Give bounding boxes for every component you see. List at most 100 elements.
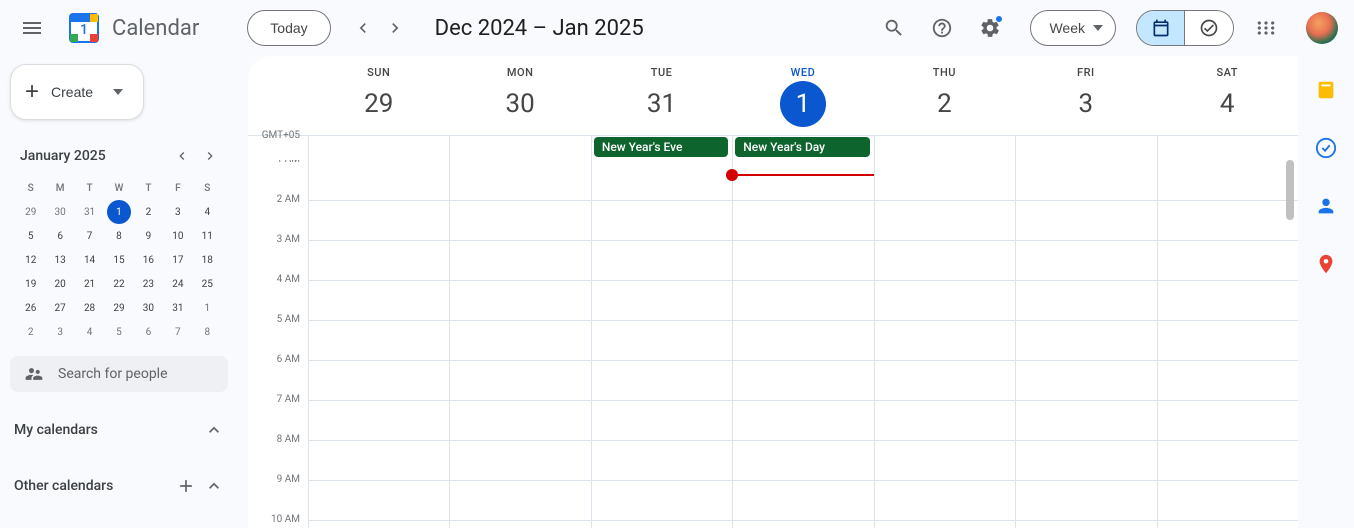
time-cell[interactable]: [1157, 241, 1298, 280]
time-cell[interactable]: [732, 281, 873, 320]
mini-day-cell[interactable]: 31: [163, 296, 192, 320]
my-calendars-toggle[interactable]: My calendars: [10, 412, 228, 448]
time-cell[interactable]: [732, 160, 873, 200]
allday-cell[interactable]: [1157, 136, 1298, 160]
time-cell[interactable]: [874, 241, 1015, 280]
time-cell[interactable]: [1157, 281, 1298, 320]
time-cell[interactable]: [591, 160, 732, 200]
allday-event[interactable]: New Year's Day: [735, 137, 869, 157]
time-cell[interactable]: [1157, 401, 1298, 440]
time-cell[interactable]: [591, 241, 732, 280]
mini-day-cell[interactable]: 4: [193, 200, 222, 224]
prev-period-button[interactable]: [347, 12, 379, 44]
time-cell[interactable]: [732, 401, 873, 440]
time-cell[interactable]: [732, 241, 873, 280]
plus-icon[interactable]: [176, 476, 196, 496]
mini-day-cell[interactable]: 9: [134, 224, 163, 248]
day-number[interactable]: 2: [921, 81, 967, 127]
time-cell[interactable]: [449, 201, 590, 240]
allday-cell[interactable]: [449, 136, 590, 160]
contacts-button[interactable]: [1306, 186, 1346, 226]
allday-cell[interactable]: [1015, 136, 1156, 160]
mini-day-cell[interactable]: 5: [104, 320, 133, 344]
mini-day-cell[interactable]: 17: [163, 248, 192, 272]
time-grid[interactable]: 1 AM2 AM3 AM4 AM5 AM6 AM7 AM8 AM9 AM10 A…: [248, 160, 1298, 528]
mini-day-cell[interactable]: 30: [134, 296, 163, 320]
time-cell[interactable]: [308, 481, 449, 520]
mini-day-cell[interactable]: 6: [134, 320, 163, 344]
mini-day-cell[interactable]: 13: [45, 248, 74, 272]
next-period-button[interactable]: [379, 12, 411, 44]
time-cell[interactable]: [1157, 361, 1298, 400]
mini-day-cell[interactable]: 31: [75, 200, 104, 224]
mini-day-cell[interactable]: 8: [193, 320, 222, 344]
time-cell[interactable]: [591, 401, 732, 440]
time-cell[interactable]: [1157, 481, 1298, 520]
time-cell[interactable]: [874, 160, 1015, 200]
mini-day-cell[interactable]: 20: [45, 272, 74, 296]
time-cell[interactable]: [591, 361, 732, 400]
mini-next-button[interactable]: [198, 144, 222, 168]
mini-day-cell[interactable]: 29: [104, 296, 133, 320]
time-cell[interactable]: [449, 521, 590, 528]
mini-day-cell[interactable]: 12: [16, 248, 45, 272]
day-number[interactable]: 3: [1063, 81, 1109, 127]
mini-day-cell[interactable]: 3: [45, 320, 74, 344]
allday-cell[interactable]: [874, 136, 1015, 160]
time-cell[interactable]: [449, 160, 590, 200]
time-cell[interactable]: [1157, 441, 1298, 480]
create-button[interactable]: + Create: [10, 64, 144, 120]
mini-day-cell[interactable]: 2: [134, 200, 163, 224]
mini-day-cell[interactable]: 1: [193, 296, 222, 320]
mini-day-cell[interactable]: 4: [75, 320, 104, 344]
mini-day-cell[interactable]: 24: [163, 272, 192, 296]
mini-day-cell[interactable]: 11: [193, 224, 222, 248]
mini-day-cell[interactable]: 8: [104, 224, 133, 248]
time-cell[interactable]: [1157, 321, 1298, 360]
time-cell[interactable]: [1015, 521, 1156, 528]
tasks-button[interactable]: [1306, 128, 1346, 168]
time-cell[interactable]: [1015, 160, 1156, 200]
tasks-view-button[interactable]: [1185, 11, 1233, 45]
time-cell[interactable]: [308, 160, 449, 200]
main-menu-button[interactable]: [8, 4, 56, 52]
other-calendars-toggle[interactable]: Other calendars: [10, 468, 228, 504]
time-cell[interactable]: [732, 441, 873, 480]
time-cell[interactable]: [308, 521, 449, 528]
time-cell[interactable]: [308, 321, 449, 360]
time-cell[interactable]: [308, 361, 449, 400]
mini-day-cell[interactable]: 16: [134, 248, 163, 272]
day-number[interactable]: 29: [356, 81, 402, 127]
time-cell[interactable]: [1157, 201, 1298, 240]
mini-day-cell[interactable]: 29: [16, 200, 45, 224]
mini-prev-button[interactable]: [170, 144, 194, 168]
time-cell[interactable]: [732, 201, 873, 240]
time-cell[interactable]: [1157, 160, 1298, 200]
allday-event[interactable]: New Year's Eve: [594, 137, 728, 157]
mini-day-cell[interactable]: 15: [104, 248, 133, 272]
time-cell[interactable]: [591, 481, 732, 520]
mini-day-cell[interactable]: 7: [75, 224, 104, 248]
mini-day-cell[interactable]: 25: [193, 272, 222, 296]
time-cell[interactable]: [1015, 321, 1156, 360]
day-number[interactable]: 31: [639, 81, 685, 127]
day-number[interactable]: 30: [497, 81, 543, 127]
time-cell[interactable]: [308, 401, 449, 440]
day-number[interactable]: 4: [1204, 81, 1250, 127]
time-cell[interactable]: [449, 401, 590, 440]
mini-day-cell[interactable]: 26: [16, 296, 45, 320]
time-cell[interactable]: [874, 201, 1015, 240]
time-cell[interactable]: [449, 281, 590, 320]
mini-day-cell[interactable]: 28: [75, 296, 104, 320]
time-cell[interactable]: [874, 441, 1015, 480]
time-cell[interactable]: [732, 321, 873, 360]
support-button[interactable]: [922, 8, 962, 48]
time-cell[interactable]: [591, 521, 732, 528]
time-cell[interactable]: [1015, 201, 1156, 240]
time-cell[interactable]: [732, 521, 873, 528]
time-cell[interactable]: [874, 521, 1015, 528]
mini-day-cell[interactable]: 21: [75, 272, 104, 296]
time-cell[interactable]: [1015, 441, 1156, 480]
time-cell[interactable]: [308, 201, 449, 240]
time-cell[interactable]: [449, 241, 590, 280]
